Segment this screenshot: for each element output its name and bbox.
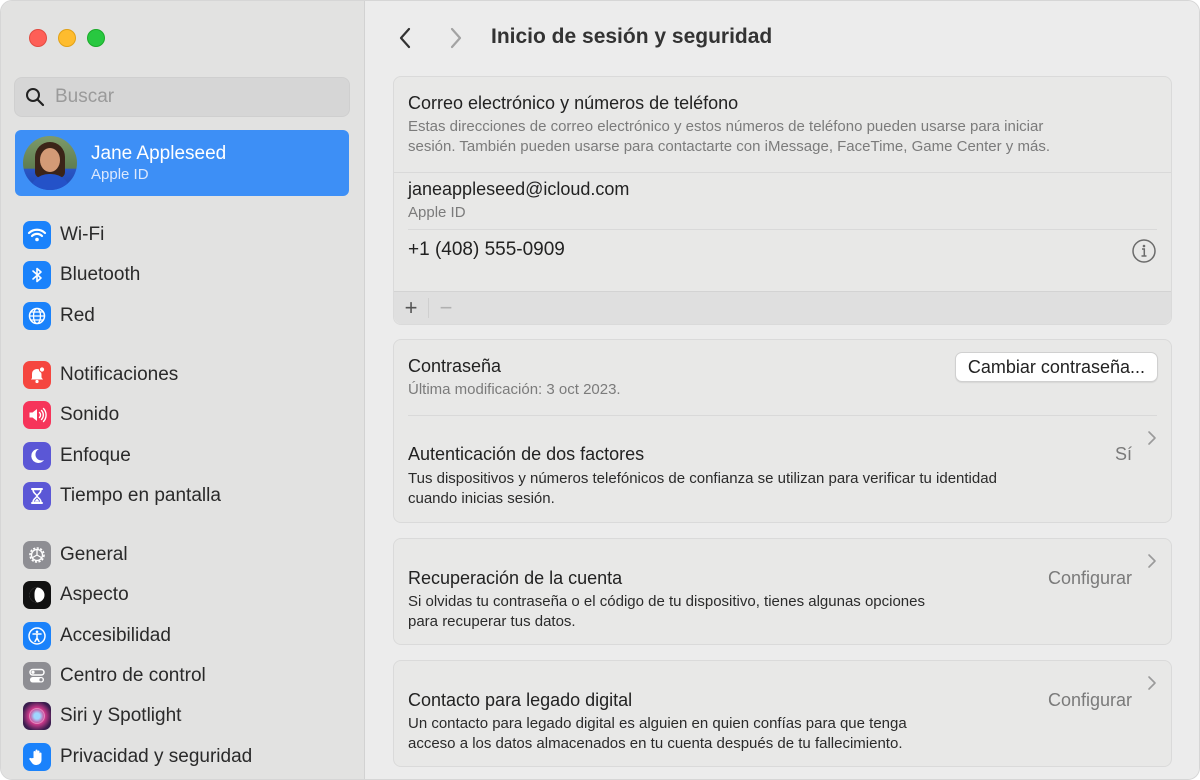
sidebar-item-label: Enfoque bbox=[60, 444, 131, 466]
legacy-contact-description-line2: acceso a los datos almacenados en tu cue… bbox=[408, 735, 903, 752]
sidebar-group-network: Wi-Fi Bluetooth Red bbox=[23, 215, 353, 336]
account-name: Jane Appleseed bbox=[91, 142, 227, 164]
legacy-contact-title: Contacto para legado digital bbox=[408, 690, 633, 710]
system-settings-window: Jane Appleseed Apple ID Wi-Fi Bluetooth bbox=[0, 0, 1200, 780]
moon-icon bbox=[23, 441, 51, 470]
sidebar-item-siri-y-spotlight[interactable]: Siri y Spotlight bbox=[23, 696, 353, 736]
two-factor-title: Autenticación de dos factores bbox=[408, 444, 645, 464]
password-card: Contraseña Última modificación: 3 oct 20… bbox=[393, 339, 1172, 523]
add-button[interactable]: + bbox=[394, 295, 428, 321]
minimize-button[interactable] bbox=[58, 29, 76, 47]
appearance-icon bbox=[23, 581, 51, 610]
sidebar-item-label: General bbox=[60, 544, 128, 566]
sidebar-item-wifi[interactable]: Wi-Fi bbox=[23, 215, 353, 255]
sidebar-item-label: Wi-Fi bbox=[60, 224, 105, 246]
section-description-line2: sesión. También pueden usarse para conta… bbox=[408, 138, 1050, 155]
sidebar-item-accesibilidad[interactable]: Accesibilidad bbox=[23, 616, 353, 656]
siri-icon bbox=[23, 702, 51, 731]
sidebar-item-label: Sonido bbox=[60, 404, 120, 426]
list-footer: + − bbox=[394, 291, 1171, 324]
sidebar-item-sonido[interactable]: Sonido bbox=[23, 395, 353, 435]
two-factor-description-line1: Tus dispositivos y números telefónicos d… bbox=[408, 470, 997, 487]
phone-entry[interactable]: +1 (408) 555-0909 bbox=[408, 239, 565, 261]
avatar bbox=[23, 136, 77, 190]
sidebar-group-system: General Aspecto Accesibilidad Centro de … bbox=[23, 535, 353, 777]
bluetooth-icon bbox=[23, 261, 51, 290]
email-entry[interactable]: janeappleseed@icloud.com Apple ID bbox=[408, 178, 1148, 232]
sidebar-group-attention: Notificaciones Sonido Enfoque Tiempo en … bbox=[23, 355, 353, 516]
main-pane: Inicio de sesión y seguridad Correo elec… bbox=[366, 1, 1199, 779]
divider bbox=[394, 172, 1171, 173]
two-factor-row[interactable]: Autenticación de dos factores Tus dispos… bbox=[394, 416, 1171, 522]
sidebar-item-label: Siri y Spotlight bbox=[60, 705, 182, 727]
sidebar-item-label: Accesibilidad bbox=[60, 624, 171, 646]
legacy-contact-row[interactable]: Contacto para legado digital Un contacto… bbox=[393, 660, 1172, 767]
sidebar-item-label: Notificaciones bbox=[60, 364, 179, 386]
account-recovery-description-line1: Si olvidas tu contraseña o el código de … bbox=[408, 593, 925, 610]
back-button[interactable] bbox=[390, 23, 420, 53]
sidebar-item-label: Aspecto bbox=[60, 584, 129, 606]
hourglass-icon bbox=[23, 482, 51, 511]
sidebar-item-privacidad-y-seguridad[interactable]: Privacidad y seguridad bbox=[23, 736, 353, 776]
toggles-icon bbox=[23, 662, 51, 691]
window-controls bbox=[29, 29, 105, 47]
chevron-right-icon bbox=[1148, 431, 1156, 445]
toolbar: Inicio de sesión y seguridad bbox=[366, 1, 1199, 73]
sidebar-item-aspecto[interactable]: Aspecto bbox=[23, 575, 353, 615]
divider bbox=[408, 229, 1157, 230]
zoom-button[interactable] bbox=[87, 29, 105, 47]
chevron-right-icon bbox=[1148, 676, 1156, 690]
section-title: Correo electrónico y números de teléfono bbox=[408, 93, 739, 113]
legacy-contact-description-line1: Un contacto para legado digital es algui… bbox=[408, 715, 907, 732]
sidebar-item-centro-de-control[interactable]: Centro de control bbox=[23, 656, 353, 696]
bell-icon bbox=[23, 361, 51, 390]
account-recovery-title: Recuperación de la cuenta bbox=[408, 568, 623, 588]
sidebar-item-tiempo-en-pantalla[interactable]: Tiempo en pantalla bbox=[23, 476, 353, 516]
sidebar-item-bluetooth[interactable]: Bluetooth bbox=[23, 255, 353, 295]
chevron-right-icon bbox=[450, 27, 462, 49]
sidebar-item-general[interactable]: General bbox=[23, 535, 353, 575]
search-field[interactable] bbox=[14, 77, 350, 117]
globe-icon bbox=[23, 301, 51, 330]
info-icon[interactable] bbox=[1131, 238, 1157, 264]
two-factor-description-line2: cuando inicias sesión. bbox=[408, 490, 555, 507]
sidebar-item-label: Tiempo en pantalla bbox=[60, 485, 221, 507]
search-input[interactable] bbox=[55, 86, 335, 108]
accessibility-icon bbox=[23, 621, 51, 650]
email-phone-card: Correo electrónico y números de teléfono… bbox=[393, 76, 1172, 325]
speaker-icon bbox=[23, 401, 51, 430]
account-recovery-status: Configurar bbox=[1047, 568, 1132, 588]
password-title: Contraseña bbox=[408, 356, 502, 376]
hand-icon bbox=[23, 742, 51, 771]
password-last-modified: Última modificación: 3 oct 2023. bbox=[408, 381, 621, 398]
two-factor-status: Sí bbox=[1114, 444, 1132, 464]
sidebar-item-red[interactable]: Red bbox=[23, 296, 353, 336]
account-recovery-description-line2: para recuperar tus datos. bbox=[408, 613, 576, 630]
wifi-icon bbox=[23, 221, 51, 250]
sidebar-item-label: Privacidad y seguridad bbox=[60, 745, 253, 767]
legacy-contact-status: Configurar bbox=[1047, 690, 1132, 710]
sidebar-item-label: Red bbox=[60, 304, 95, 326]
chevron-left-icon bbox=[399, 27, 411, 49]
email-value: janeappleseed@icloud.com bbox=[408, 179, 630, 199]
change-password-button[interactable]: Cambiar contraseña... bbox=[954, 352, 1158, 382]
sidebar: Jane Appleseed Apple ID Wi-Fi Bluetooth bbox=[1, 1, 365, 779]
remove-button[interactable]: − bbox=[429, 295, 463, 321]
section-description-line1: Estas direcciones de correo electrónico … bbox=[408, 118, 1044, 135]
sidebar-item-label: Bluetooth bbox=[60, 264, 141, 286]
sidebar-item-notificaciones[interactable]: Notificaciones bbox=[23, 355, 353, 395]
search-icon bbox=[26, 88, 45, 107]
account-subtitle: Apple ID bbox=[91, 165, 149, 183]
sidebar-item-label: Centro de control bbox=[60, 665, 206, 687]
email-label: Apple ID bbox=[408, 204, 466, 221]
gear-icon bbox=[23, 541, 51, 570]
chevron-right-icon bbox=[1148, 554, 1156, 568]
sidebar-item-apple-id[interactable]: Jane Appleseed Apple ID bbox=[15, 130, 349, 196]
page-title: Inicio de sesión y seguridad bbox=[491, 25, 773, 48]
forward-button[interactable] bbox=[441, 23, 471, 53]
account-recovery-row[interactable]: Recuperación de la cuenta Si olvidas tu … bbox=[393, 538, 1172, 645]
close-button[interactable] bbox=[29, 29, 47, 47]
sidebar-item-enfoque[interactable]: Enfoque bbox=[23, 436, 353, 476]
